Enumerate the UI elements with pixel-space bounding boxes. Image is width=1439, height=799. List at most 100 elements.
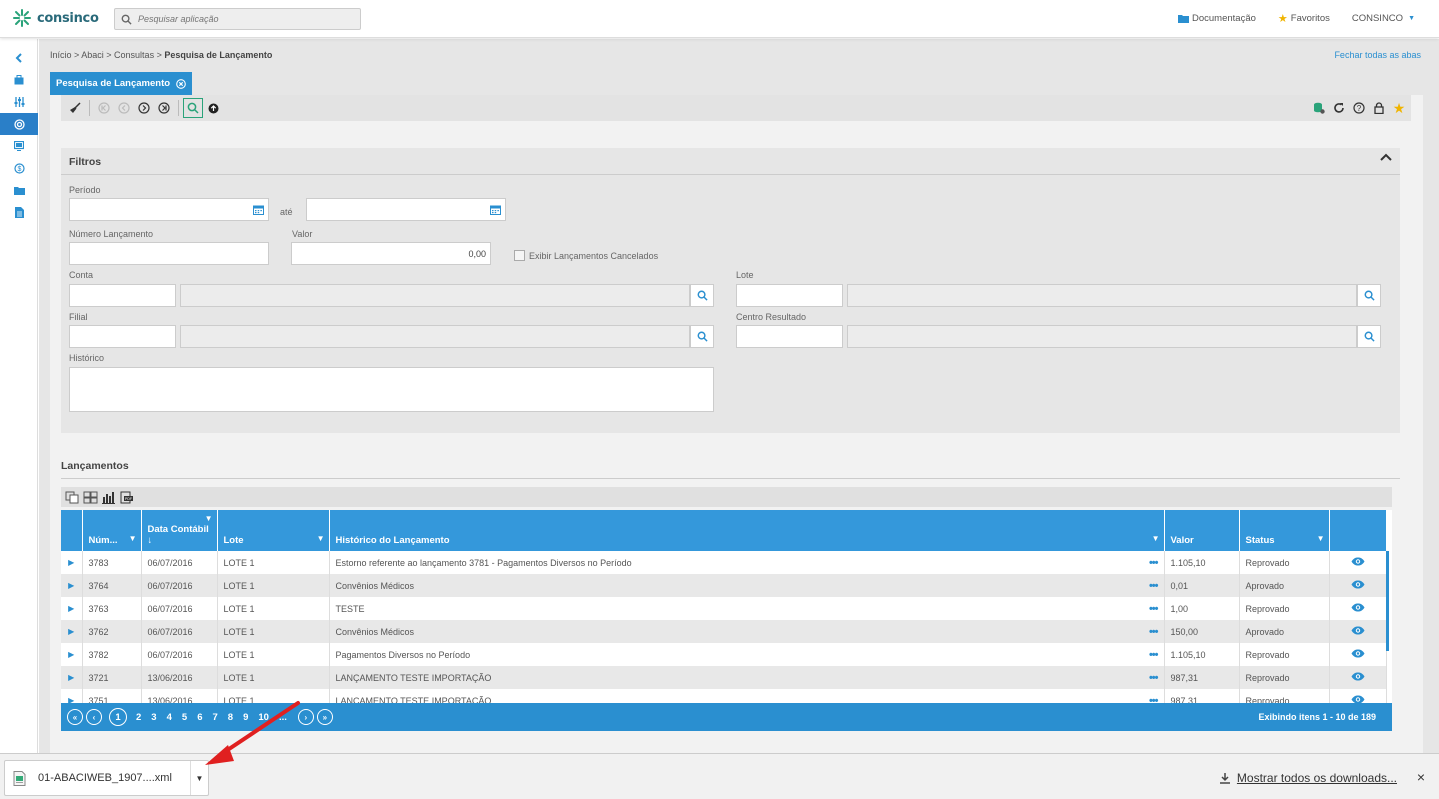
eye-icon[interactable] bbox=[1351, 695, 1365, 703]
lote-code-input[interactable] bbox=[736, 284, 843, 307]
chart-icon[interactable] bbox=[101, 491, 116, 504]
collapse-sidebar-button[interactable] bbox=[0, 47, 38, 69]
eye-icon[interactable] bbox=[1351, 603, 1365, 612]
database-button[interactable] bbox=[1309, 98, 1329, 118]
group-columns-icon[interactable] bbox=[83, 491, 98, 504]
eye-icon[interactable] bbox=[1351, 626, 1365, 635]
page-button[interactable]: 5 bbox=[182, 712, 187, 723]
eye-icon[interactable] bbox=[1351, 649, 1365, 658]
table-row[interactable]: ▶ 3751 13/06/2016 LOTE 1 LANÇAMENTO TESTE IM… bbox=[61, 689, 1387, 703]
page-ellipsis[interactable]: ... bbox=[279, 712, 287, 723]
more-icon[interactable]: ••• bbox=[1149, 558, 1159, 569]
centro-resultado-lookup-button[interactable] bbox=[1357, 325, 1381, 348]
view-icon[interactable] bbox=[1329, 689, 1387, 703]
chevron-down-icon[interactable]: ▼ bbox=[205, 514, 213, 523]
more-icon[interactable]: ••• bbox=[1149, 650, 1159, 661]
page-button[interactable]: 10 bbox=[258, 712, 269, 723]
clear-button[interactable] bbox=[65, 98, 85, 118]
previous-record-button[interactable] bbox=[114, 98, 134, 118]
page-button[interactable]: 7 bbox=[212, 712, 217, 723]
eye-icon[interactable] bbox=[1351, 672, 1365, 681]
historico-textarea[interactable] bbox=[69, 367, 714, 412]
search-button[interactable] bbox=[183, 98, 203, 118]
sidebar-item-monitor[interactable] bbox=[0, 135, 38, 157]
centro-resultado-code-input[interactable] bbox=[736, 325, 843, 348]
last-record-button[interactable] bbox=[154, 98, 174, 118]
calendar-icon[interactable] bbox=[490, 205, 501, 215]
expand-row-icon[interactable]: ▶ bbox=[61, 551, 83, 574]
download-item[interactable]: 01-ABACIWEB_1907....xml ▼ bbox=[4, 760, 209, 796]
app-logo[interactable]: consinco bbox=[12, 8, 99, 28]
chevron-down-icon[interactable]: ▼ bbox=[129, 534, 137, 543]
view-icon[interactable] bbox=[1329, 666, 1387, 689]
page-button[interactable]: 3 bbox=[151, 712, 156, 723]
first-record-button[interactable] bbox=[94, 98, 114, 118]
checkbox-box[interactable] bbox=[514, 250, 525, 261]
help-button[interactable]: ? bbox=[1349, 98, 1369, 118]
previous-page-button[interactable]: ‹ bbox=[86, 709, 102, 725]
export-pdf-icon[interactable]: PDF bbox=[119, 491, 134, 504]
lote-lookup-button[interactable] bbox=[1357, 284, 1381, 307]
show-all-downloads-link[interactable]: Mostrar todos os downloads... bbox=[1219, 771, 1397, 785]
filial-code-input[interactable] bbox=[69, 325, 176, 348]
expand-row-icon[interactable]: ▶ bbox=[61, 620, 83, 643]
table-row[interactable]: ▶ 3762 06/07/2016 LOTE 1 Convênios Médicos ••… bbox=[61, 620, 1387, 643]
view-icon[interactable] bbox=[1329, 597, 1387, 620]
view-icon[interactable] bbox=[1329, 551, 1387, 574]
sidebar-item-document[interactable] bbox=[0, 201, 38, 223]
expand-row-icon[interactable]: ▶ bbox=[61, 574, 83, 597]
download-options-button[interactable]: ▼ bbox=[190, 761, 208, 795]
expand-row-icon[interactable]: ▶ bbox=[61, 666, 83, 689]
next-page-button[interactable]: › bbox=[297, 709, 314, 725]
column-header-status[interactable]: Status ▼ bbox=[1239, 510, 1330, 551]
column-header-lote[interactable]: Lote ▼ bbox=[217, 510, 330, 551]
table-row[interactable]: ▶ 3763 06/07/2016 LOTE 1 TESTE ••• 1,00 Reprova… bbox=[61, 597, 1387, 620]
column-header-numero[interactable]: Núm... ▼ bbox=[82, 510, 142, 551]
sidebar-item-finance[interactable]: $ bbox=[0, 157, 38, 179]
periodo-start-input[interactable] bbox=[69, 198, 269, 221]
periodo-end-input[interactable] bbox=[306, 198, 506, 221]
chevron-down-icon[interactable]: ▼ bbox=[1152, 534, 1160, 543]
favorites-link[interactable]: ★ Favoritos bbox=[1278, 12, 1330, 25]
sidebar-item-abaci[interactable] bbox=[0, 113, 38, 135]
more-icon[interactable]: ••• bbox=[1149, 627, 1159, 638]
next-record-button[interactable] bbox=[134, 98, 154, 118]
conta-lookup-button[interactable] bbox=[690, 284, 714, 307]
expand-row-icon[interactable]: ▶ bbox=[61, 643, 83, 666]
column-header-valor[interactable]: Valor bbox=[1164, 510, 1240, 551]
close-tab-icon[interactable] bbox=[176, 78, 186, 89]
chevron-down-icon[interactable]: ▼ bbox=[317, 534, 325, 543]
table-row[interactable]: ▶ 3783 06/07/2016 LOTE 1 Estorno referente a… bbox=[61, 551, 1387, 574]
more-icon[interactable]: ••• bbox=[1149, 581, 1159, 592]
search-input[interactable] bbox=[138, 14, 338, 24]
sidebar-item-settings[interactable] bbox=[0, 91, 38, 113]
sidebar-item-briefcase[interactable] bbox=[0, 69, 38, 91]
page-button[interactable]: 6 bbox=[197, 712, 202, 723]
calendar-icon[interactable] bbox=[253, 205, 264, 215]
copy-columns-icon[interactable] bbox=[65, 491, 80, 504]
last-page-button[interactable]: » bbox=[316, 709, 333, 725]
page-button[interactable]: 2 bbox=[136, 712, 141, 723]
view-icon[interactable] bbox=[1329, 574, 1387, 597]
valor-input[interactable]: 0,00 bbox=[291, 242, 491, 265]
view-icon[interactable] bbox=[1329, 620, 1387, 643]
lock-button[interactable] bbox=[1369, 98, 1389, 118]
close-all-tabs-link[interactable]: Fechar todas as abas bbox=[1334, 50, 1421, 60]
expand-row-icon[interactable]: ▶ bbox=[61, 597, 83, 620]
page-button-current[interactable]: 1 bbox=[109, 708, 127, 726]
page-button[interactable]: 9 bbox=[243, 712, 248, 723]
documentation-link[interactable]: Documentação bbox=[1178, 13, 1256, 24]
eye-icon[interactable] bbox=[1351, 580, 1365, 589]
sidebar-item-folder[interactable] bbox=[0, 179, 38, 201]
column-header-data[interactable]: Data Contábil ↓ ▼ bbox=[141, 510, 218, 551]
grid-scrollbar[interactable] bbox=[1386, 551, 1389, 651]
numero-lancamento-input[interactable] bbox=[69, 242, 269, 265]
page-button[interactable]: 8 bbox=[228, 712, 233, 723]
table-row[interactable]: ▶ 3764 06/07/2016 LOTE 1 Convênios Médicos ••… bbox=[61, 574, 1387, 597]
column-header-historico[interactable]: Histórico do Lançamento ▼ bbox=[329, 510, 1165, 551]
favorite-button[interactable]: ★ bbox=[1389, 98, 1409, 118]
conta-code-input[interactable] bbox=[69, 284, 176, 307]
app-search[interactable] bbox=[114, 8, 361, 30]
table-row[interactable]: ▶ 3721 13/06/2016 LOTE 1 LANÇAMENTO TESTE IM… bbox=[61, 666, 1387, 689]
upload-button[interactable] bbox=[203, 98, 223, 118]
